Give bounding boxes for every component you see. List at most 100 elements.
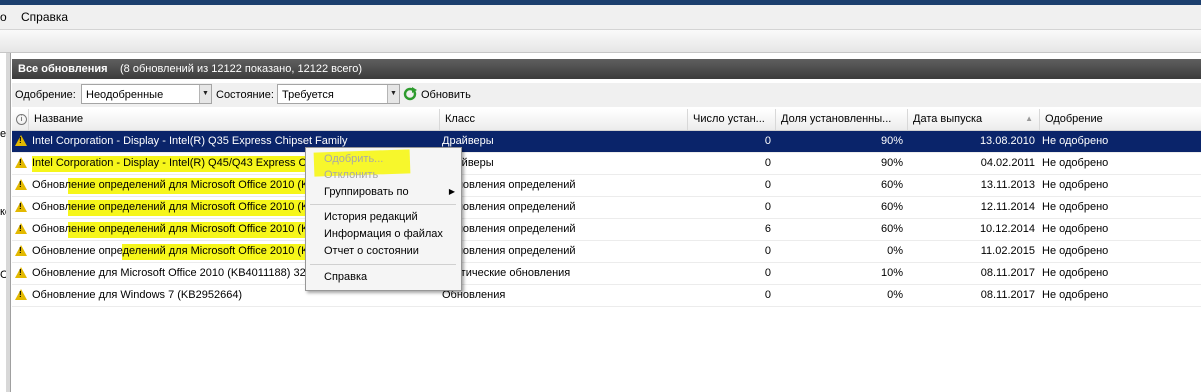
- warning-icon: [15, 157, 27, 168]
- sort-ascending-icon: ▲: [1025, 114, 1033, 123]
- updates-table: i Название Класс Число устан... Доля уст…: [12, 109, 1201, 392]
- cell-install-share: 0%: [887, 289, 903, 301]
- cell-install-share: 60%: [880, 201, 903, 213]
- warning-icon: [15, 289, 27, 300]
- menu-item-partial[interactable]: о: [0, 10, 7, 24]
- chevron-down-icon[interactable]: ▼: [387, 85, 399, 103]
- cell-class: Обновления определений: [442, 245, 576, 257]
- context-menu-file-info[interactable]: Информация о файлах: [324, 228, 443, 240]
- table-row[interactable]: Обновление определений для Microsoft Off…: [12, 219, 1201, 241]
- status-filter-label: Состояние:: [216, 89, 274, 101]
- info-icon: i: [16, 114, 27, 125]
- context-menu-help[interactable]: Справка: [324, 271, 367, 283]
- cell-install-share: 10%: [880, 267, 903, 279]
- cell-class: Драйверы: [442, 135, 494, 147]
- menu-bar: о Справка: [0, 5, 1201, 30]
- panel-summary: (8 обновлений из 12122 показано, 12122 в…: [120, 63, 363, 75]
- cell-class: Драйверы: [442, 157, 494, 169]
- cell-install-share: 60%: [880, 223, 903, 235]
- menu-item-help[interactable]: Справка: [21, 10, 68, 24]
- cell-approval: Не одобрено: [1042, 179, 1109, 191]
- cell-install-count: 0: [764, 179, 771, 191]
- context-menu-status-report[interactable]: Отчет о состоянии: [324, 245, 419, 257]
- table-row[interactable]: Обновление определений для Microsoft Off…: [12, 241, 1201, 263]
- cell-approval: Не одобрено: [1042, 267, 1109, 279]
- table-row[interactable]: Intel Corporation - Display - Intel(R) Q…: [12, 153, 1201, 175]
- cell-class: Обновления: [442, 289, 506, 301]
- table-row[interactable]: Обновление определений для Microsoft Off…: [12, 197, 1201, 219]
- cell-class: Обновления определений: [442, 179, 576, 191]
- column-header-name[interactable]: Название: [29, 109, 440, 130]
- toolbar: [0, 30, 1201, 53]
- column-header-label: Одобрение: [1045, 113, 1103, 125]
- status-filter-select[interactable]: Требуется ▼: [277, 84, 400, 104]
- column-header-label: Название: [34, 113, 84, 125]
- cell-install-count: 0: [764, 157, 771, 169]
- cell-class: Обновления определений: [442, 201, 576, 213]
- context-menu-revision-history[interactable]: История редакций: [324, 211, 418, 223]
- refresh-icon: [403, 87, 417, 101]
- warning-icon: [15, 135, 27, 146]
- warning-icon: [15, 245, 27, 256]
- warning-icon: [15, 179, 27, 190]
- cell-install-share: 90%: [880, 135, 903, 147]
- cell-install-count: 0: [764, 267, 771, 279]
- column-header-approval[interactable]: Одобрение: [1040, 109, 1201, 130]
- cell-install-count: 6: [764, 223, 771, 235]
- warning-icon: [15, 267, 27, 278]
- column-header-class[interactable]: Класс: [440, 109, 688, 130]
- cell-class: Обновления определений: [442, 223, 576, 235]
- context-menu-approve[interactable]: Одобрить...: [324, 153, 383, 165]
- table-header: i Название Класс Число устан... Доля уст…: [12, 109, 1201, 131]
- context-menu-separator: [310, 264, 456, 265]
- cell-release-date: 04.02.2011: [980, 157, 1035, 169]
- context-menu-separator: [310, 204, 456, 205]
- cell-approval: Не одобрено: [1042, 201, 1109, 213]
- cell-approval: Не одобрено: [1042, 135, 1109, 147]
- warning-icon: [15, 201, 27, 212]
- warning-icon: [15, 223, 27, 234]
- cell-release-date: 13.08.2010: [979, 135, 1035, 147]
- panel-header: Все обновления (8 обновлений из 12122 по…: [12, 59, 1201, 79]
- table-row[interactable]: Обновление определений для Microsoft Off…: [12, 175, 1201, 197]
- table-row[interactable]: Обновление для Windows 7 (KB2952664)Обно…: [12, 285, 1201, 307]
- column-header-label: Число устан...: [693, 113, 765, 125]
- cell-release-date: 13.11.2013: [980, 179, 1035, 191]
- cell-release-date: 08.11.2017: [980, 289, 1035, 301]
- cell-install-share: 90%: [880, 157, 903, 169]
- status-filter-value: Требуется: [282, 89, 334, 101]
- cell-class: Критические обновления: [442, 267, 571, 279]
- cell-install-share: 60%: [880, 179, 903, 191]
- column-header-release-date[interactable]: Дата выпуска ▲: [908, 109, 1040, 130]
- cell-install-count: 0: [764, 245, 771, 257]
- cell-install-count: 0: [764, 201, 771, 213]
- column-header-info[interactable]: i: [12, 109, 29, 130]
- context-menu: Одобрить... Отклонить Группировать по ▶ …: [305, 147, 462, 291]
- table-row[interactable]: Обновление для Microsoft Office 2010 (KB…: [12, 263, 1201, 285]
- cell-approval: Не одобрено: [1042, 157, 1109, 169]
- submenu-arrow-icon: ▶: [448, 187, 455, 196]
- table-row[interactable]: Intel Corporation - Display - Intel(R) Q…: [12, 131, 1201, 153]
- refresh-label: Обновить: [421, 89, 471, 101]
- context-menu-group-by[interactable]: Группировать по: [324, 186, 409, 198]
- approval-filter-select[interactable]: Неодобренные ▼: [81, 84, 212, 104]
- context-menu-decline[interactable]: Отклонить: [324, 169, 378, 181]
- cell-approval: Не одобрено: [1042, 223, 1109, 235]
- cell-approval: Не одобрено: [1042, 289, 1109, 301]
- column-header-install-count[interactable]: Число устан...: [688, 109, 776, 130]
- cell-release-date: 08.11.2017: [980, 267, 1035, 279]
- column-header-label: Доля установленны...: [781, 113, 892, 125]
- chevron-down-icon[interactable]: ▼: [199, 85, 211, 103]
- column-header-install-share[interactable]: Доля установленны...: [776, 109, 908, 130]
- cell-install-share: 0%: [887, 245, 903, 257]
- approval-filter-label: Одобрение:: [15, 89, 76, 101]
- left-navigation-pane[interactable]: е кс С: [0, 53, 11, 392]
- cell-name: Intel Corporation - Display - Intel(R) Q…: [32, 135, 348, 147]
- cell-release-date: 12.11.2014: [980, 201, 1035, 213]
- cell-release-date: 10.12.2014: [979, 223, 1035, 235]
- cell-install-count: 0: [764, 289, 771, 301]
- panel-title: Все обновления: [18, 63, 108, 75]
- filter-bar: Одобрение: Неодобренные ▼ Состояние: Тре…: [12, 83, 1201, 107]
- cell-release-date: 11.02.2015: [980, 245, 1035, 257]
- left-pane-scrollbar[interactable]: [6, 53, 10, 392]
